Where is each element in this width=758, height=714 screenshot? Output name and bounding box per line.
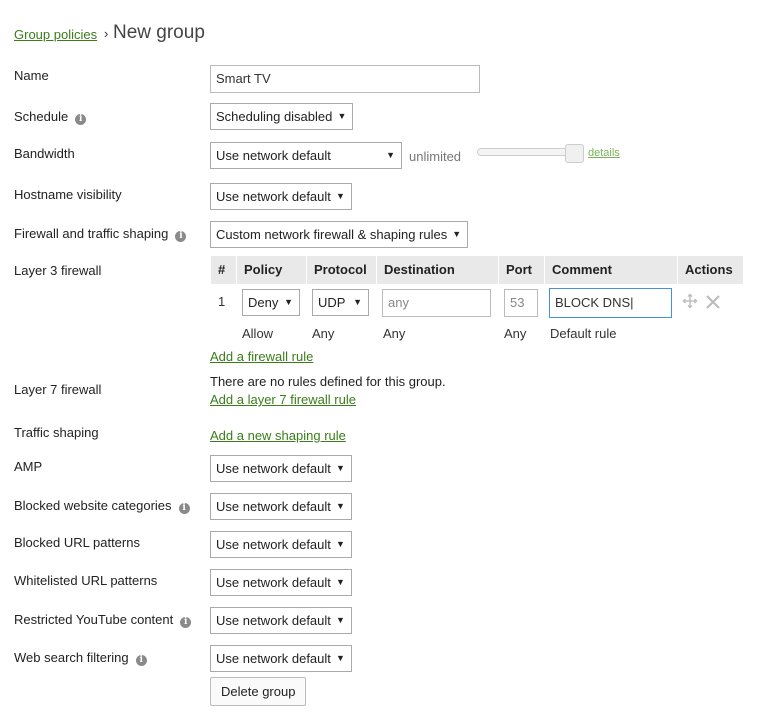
page-title: New group xyxy=(113,22,205,43)
info-icon[interactable]: i xyxy=(135,655,147,666)
schedule-label: Schedule i xyxy=(14,109,87,125)
caret-down-icon: ▼ xyxy=(284,297,293,307)
caret-down-icon: ▼ xyxy=(335,191,345,201)
restricted-youtube-label: Restricted YouTube content i xyxy=(14,612,192,628)
amp-select-value: Use network default xyxy=(216,461,331,476)
bandwidth-slider-track[interactable] xyxy=(477,148,577,156)
blocked-url-patterns-select-value: Use network default xyxy=(216,537,331,552)
name-label: Name xyxy=(14,68,49,83)
blocked-url-patterns-select[interactable]: Use network default ▼ xyxy=(210,531,352,558)
fw-rule-comment-input[interactable]: BLOCK DNS| xyxy=(549,288,672,318)
blocked-categories-label: Blocked website categories i xyxy=(14,498,190,514)
fw-header-port: Port xyxy=(499,256,544,284)
fw-rule-policy-value: Deny xyxy=(248,295,279,310)
fw-header-number: # xyxy=(211,256,236,284)
fw-default-port: Any xyxy=(504,326,527,341)
fw-header-actions: Actions xyxy=(678,256,743,284)
fw-rule-destination-value: any xyxy=(388,295,409,310)
caret-down-icon: ▼ xyxy=(335,463,345,473)
layer3-firewall-label: Layer 3 firewall xyxy=(14,263,102,278)
fw-header-protocol: Protocol xyxy=(307,256,376,284)
name-input[interactable]: Smart TV xyxy=(210,65,480,93)
caret-down-icon: ▼ xyxy=(452,229,462,239)
amp-select[interactable]: Use network default ▼ xyxy=(210,455,352,482)
fw-rule-destination-input[interactable]: any xyxy=(382,289,491,317)
hostname-visibility-select[interactable]: Use network default ▼ xyxy=(210,183,352,210)
fw-default-protocol: Any xyxy=(312,326,335,341)
web-search-filtering-select-value: Use network default xyxy=(216,651,331,666)
breadcrumb-separator: › xyxy=(104,26,109,41)
caret-down-icon: ▼ xyxy=(335,653,345,663)
fw-rule-port-value: 53 xyxy=(510,295,525,310)
bandwidth-slider-handle[interactable] xyxy=(565,144,584,163)
whitelisted-url-patterns-select-value: Use network default xyxy=(216,575,331,590)
caret-down-icon: ▼ xyxy=(335,577,345,587)
fw-rule-policy-select[interactable]: Deny ▼ xyxy=(242,289,300,316)
bandwidth-select[interactable]: Use network default ▼ xyxy=(210,142,402,169)
delete-group-button[interactable]: Delete group xyxy=(210,677,307,706)
amp-label: AMP xyxy=(14,459,43,474)
web-search-filtering-select[interactable]: Use network default ▼ xyxy=(210,645,352,672)
name-input-value: Smart TV xyxy=(216,71,271,86)
add-shaping-rule-link[interactable]: Add a new shaping rule xyxy=(210,428,346,443)
info-icon[interactable]: i xyxy=(175,231,187,242)
firewall-shaping-select[interactable]: Custom network firewall & shaping rules ▼ xyxy=(210,221,469,248)
fw-default-destination: Any xyxy=(383,326,406,341)
caret-down-icon: ▼ xyxy=(335,615,345,625)
fw-rule-number: 1 xyxy=(218,294,226,309)
restricted-youtube-label-text: Restricted YouTube content xyxy=(14,612,174,627)
hostname-visibility-select-value: Use network default xyxy=(216,189,331,204)
breadcrumb-group-policies-link[interactable]: Group policies xyxy=(14,27,97,42)
info-icon[interactable]: i xyxy=(180,617,192,628)
bandwidth-select-value: Use network default xyxy=(216,148,331,163)
fw-header-comment: Comment xyxy=(545,256,677,284)
caret-down-icon: ▼ xyxy=(353,297,362,307)
layer7-empty-text: There are no rules defined for this grou… xyxy=(210,374,446,389)
fw-rule-protocol-select[interactable]: UDP ▼ xyxy=(312,289,369,316)
bandwidth-details-link[interactable]: details xyxy=(588,147,620,159)
web-search-filtering-label-text: Web search filtering xyxy=(14,650,129,665)
caret-down-icon: ▼ xyxy=(337,111,347,121)
whitelisted-url-patterns-select[interactable]: Use network default ▼ xyxy=(210,569,352,596)
blocked-categories-select[interactable]: Use network default ▼ xyxy=(210,493,352,520)
layer7-firewall-label: Layer 7 firewall xyxy=(14,382,102,397)
firewall-shaping-select-value: Custom network firewall & shaping rules xyxy=(216,227,448,242)
fw-default-comment: Default rule xyxy=(550,326,617,341)
fw-header-destination: Destination xyxy=(377,256,498,284)
caret-down-icon: ▼ xyxy=(335,539,345,549)
fw-rule-port-input[interactable]: 53 xyxy=(504,289,538,317)
schedule-select[interactable]: Scheduling disabled ▼ xyxy=(210,103,354,130)
info-icon[interactable]: i xyxy=(75,114,87,125)
info-icon[interactable]: i xyxy=(178,503,190,514)
web-search-filtering-label: Web search filtering i xyxy=(14,650,147,666)
fw-header-policy: Policy xyxy=(237,256,306,284)
schedule-select-value: Scheduling disabled xyxy=(216,109,333,124)
blocked-categories-label-text: Blocked website categories xyxy=(14,498,172,513)
add-layer7-rule-link[interactable]: Add a layer 7 firewall rule xyxy=(210,392,356,407)
add-firewall-rule-link[interactable]: Add a firewall rule xyxy=(210,349,313,364)
caret-down-icon: ▼ xyxy=(386,150,395,160)
fw-rule-comment-value: BLOCK DNS| xyxy=(555,295,634,310)
bandwidth-limit-text: unlimited xyxy=(409,149,462,164)
restricted-youtube-select-value: Use network default xyxy=(216,613,331,628)
traffic-shaping-label: Traffic shaping xyxy=(14,425,99,440)
hostname-visibility-label: Hostname visibility xyxy=(14,187,122,202)
blocked-categories-select-value: Use network default xyxy=(216,499,331,514)
firewall-shaping-label-text: Firewall and traffic shaping xyxy=(14,226,169,241)
fw-rule-protocol-value: UDP xyxy=(318,295,346,310)
firewall-shaping-label: Firewall and traffic shaping i xyxy=(14,226,187,242)
restricted-youtube-select[interactable]: Use network default ▼ xyxy=(210,607,352,634)
fw-default-policy: Allow xyxy=(242,326,274,341)
close-icon[interactable] xyxy=(706,295,720,309)
move-icon[interactable] xyxy=(682,293,698,309)
whitelisted-url-patterns-label: Whitelisted URL patterns xyxy=(14,573,158,588)
bandwidth-label: Bandwidth xyxy=(14,146,75,161)
schedule-label-text: Schedule xyxy=(14,109,69,124)
caret-down-icon: ▼ xyxy=(335,501,345,511)
blocked-url-patterns-label: Blocked URL patterns xyxy=(14,535,140,550)
